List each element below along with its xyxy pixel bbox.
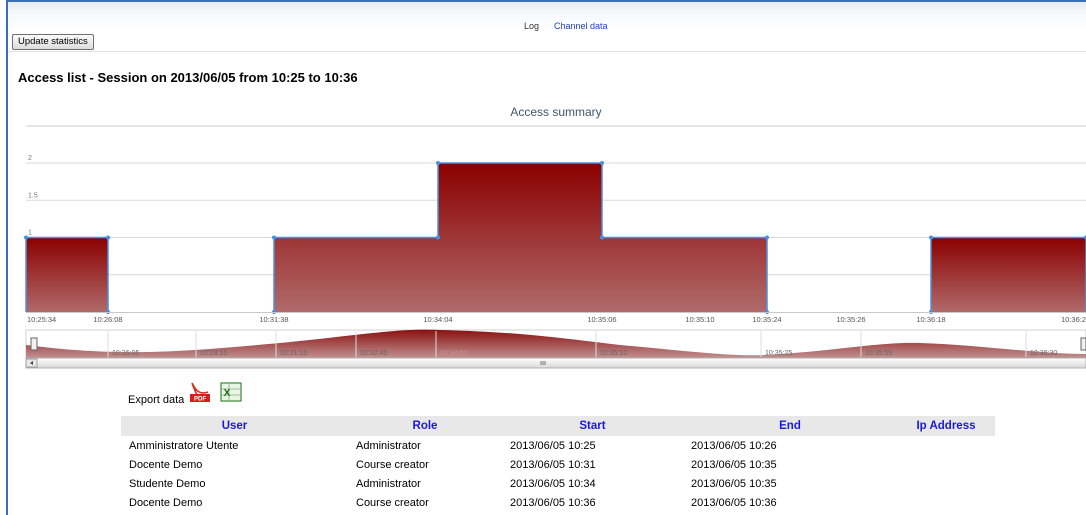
table-row: Studente Demo Administrator 2013/06/05 1… [121, 474, 995, 493]
access-table: User Role Start End Ip Address Amministr… [121, 416, 995, 512]
navigator-label: 10:29:15 [200, 350, 227, 357]
navigator-label: 10:35:10 [600, 350, 627, 357]
cell-user: Docente Demo [129, 458, 203, 471]
access-summary-chart: 21.510.5 10:25:3410:26:0810:31:3810:34:0… [24, 125, 1086, 369]
data-point[interactable] [600, 161, 604, 165]
x-tick-label: 10:34:04 [423, 315, 452, 324]
x-tick-label: 10:25:34 [27, 315, 56, 324]
cell-end: 2013/06/05 10:26 [691, 439, 777, 452]
x-tick-label: 10:35:24 [752, 315, 781, 324]
table-row: Docente Demo Course creator 2013/06/05 1… [121, 455, 995, 474]
cell-ip-address [897, 474, 995, 493]
navigator-label: 10:32:45 [360, 350, 387, 357]
cell-user: Docente Demo [129, 496, 203, 509]
y-tick-label: 2 [28, 155, 32, 162]
navigator-label: 10:34:00 [440, 350, 467, 357]
cell-role: Administrator [356, 477, 421, 490]
x-tick-label: 10:26:08 [93, 315, 122, 324]
excel-icon-text: X [224, 388, 231, 399]
x-tick-label: 10:35:26 [836, 315, 865, 324]
cell-start: 2013/06/05 10:31 [510, 458, 596, 471]
cell-ip-address [897, 493, 995, 512]
area-segment [931, 237, 1086, 312]
table-row: Amministratore Utente Administrator 2013… [121, 436, 995, 455]
column-header-start[interactable]: Start [502, 416, 683, 436]
cell-end: 2013/06/05 10:35 [691, 477, 777, 490]
cell-ip-address [897, 436, 995, 455]
navigator-label: 10:35:55 [865, 350, 892, 357]
data-point[interactable] [600, 235, 604, 240]
y-tick-label: 1 [28, 230, 32, 237]
navigator-left-handle[interactable] [30, 337, 38, 351]
data-point[interactable] [24, 235, 28, 240]
cell-user: Studente Demo [129, 477, 206, 490]
table-row: Docente Demo Course creator 2013/06/05 1… [121, 493, 995, 512]
navigator-label: 10:36:30 [1030, 350, 1057, 357]
navigator-label: 10:35:25 [765, 350, 792, 357]
excel-icon[interactable]: X [219, 381, 243, 403]
x-tick-label: 10:35:06 [587, 315, 616, 324]
data-point[interactable] [765, 235, 769, 240]
cell-ip-address [897, 455, 995, 474]
navigator-label: 10:26:05 [112, 350, 139, 357]
x-tick-label: 10:35:10 [685, 315, 714, 324]
x-axis-ticks: 10:25:34 10:26:08 10:31:38 10:34:04 10:35:06… [26, 312, 1086, 324]
cell-start: 2013/06/05 10:34 [510, 477, 596, 490]
data-point[interactable] [272, 235, 276, 240]
data-point[interactable] [436, 235, 440, 240]
column-header-role[interactable]: Role [348, 416, 502, 436]
x-tick-label: 10:36:18 [916, 315, 945, 324]
navigator-right-handle[interactable] [1080, 337, 1086, 351]
column-header-ip-address[interactable]: Ip Address [897, 416, 995, 436]
cell-role: Course creator [356, 496, 429, 509]
range-navigator[interactable]: 10:26:05 10:29:15 10:31:15 10:32:45 10:34:00… [25, 329, 1086, 369]
pdf-icon[interactable]: PDF [188, 381, 212, 403]
cell-role: Course creator [356, 458, 429, 471]
cell-start: 2013/06/05 10:36 [510, 496, 596, 509]
pdf-icon-text: PDF [194, 397, 206, 403]
column-header-user[interactable]: User [121, 416, 348, 436]
data-point[interactable] [929, 235, 933, 240]
export-data-label: Export data [128, 394, 185, 406]
column-header-end[interactable]: End [683, 416, 897, 436]
cell-start: 2013/06/05 10:25 [510, 439, 596, 452]
x-tick-label: 10:31:38 [259, 315, 288, 324]
data-point[interactable] [436, 161, 440, 165]
area-segment [26, 237, 108, 312]
x-tick-label: 10:36:2 [1061, 315, 1086, 324]
table-header-row: User Role Start End Ip Address [121, 416, 995, 436]
y-tick-label: 1.5 [28, 192, 38, 199]
navigator-label: 10:31:15 [280, 350, 307, 357]
navigator-scrollbar[interactable] [25, 357, 1086, 369]
cell-end: 2013/06/05 10:35 [691, 458, 777, 471]
cell-user: Amministratore Utente [129, 439, 239, 452]
cell-end: 2013/06/05 10:36 [691, 496, 777, 509]
data-point[interactable] [106, 235, 110, 240]
cell-role: Administrator [356, 439, 421, 452]
